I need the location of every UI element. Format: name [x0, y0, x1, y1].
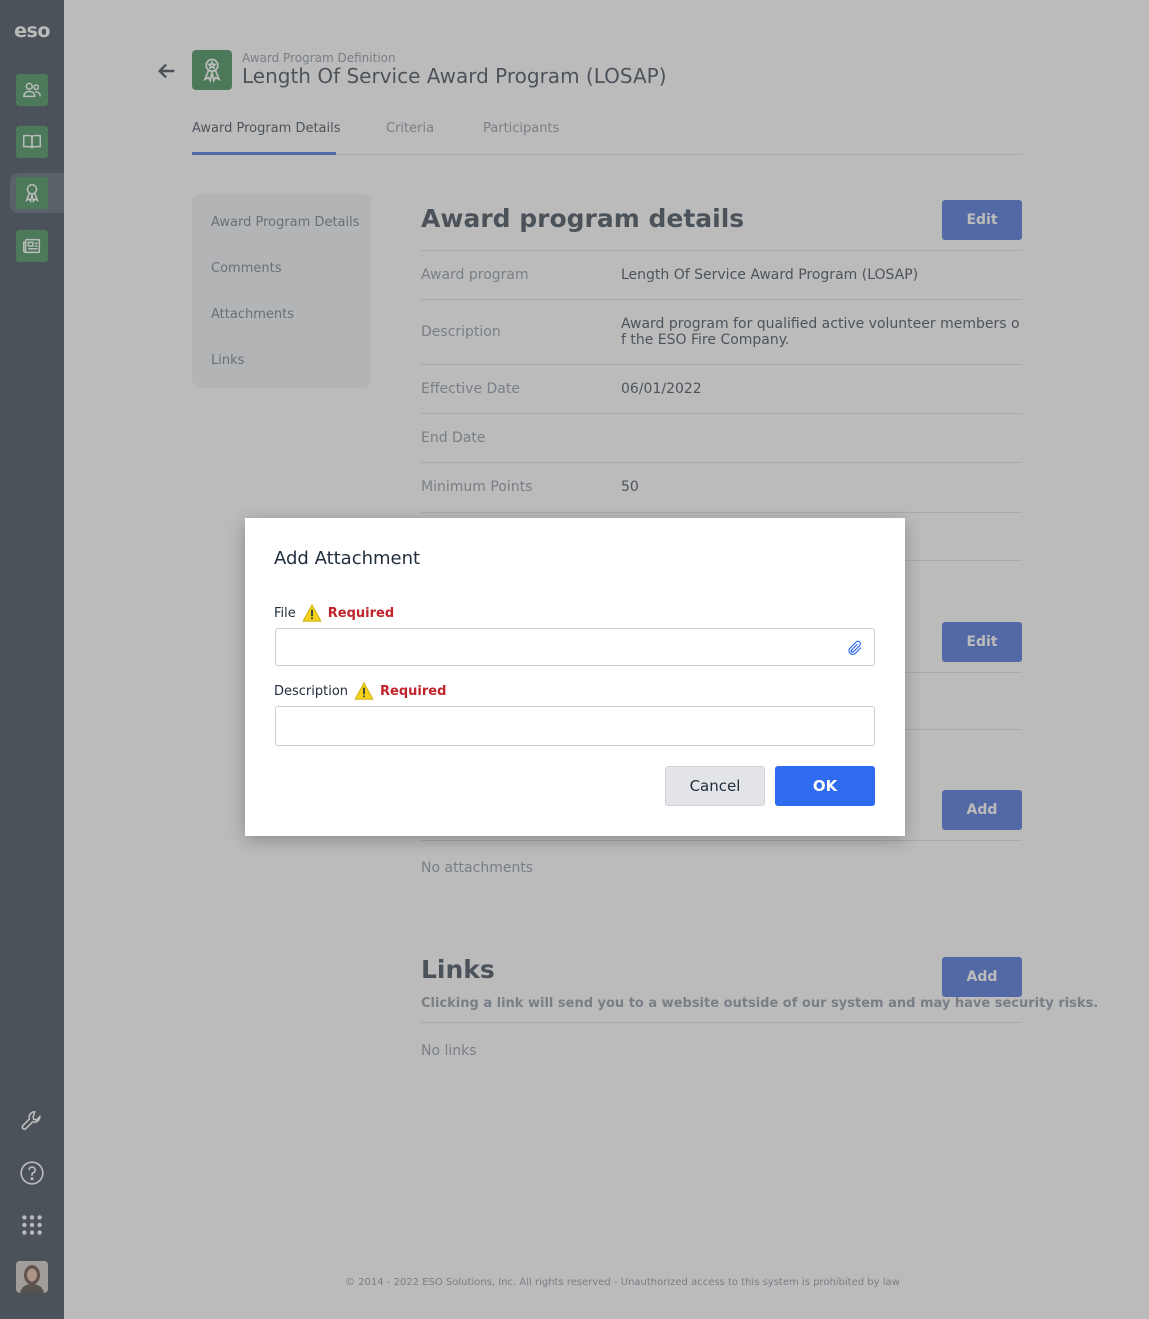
file-required-text: Required — [327, 605, 395, 621]
add-attachment-dialog: Add Attachment File Required Description… — [245, 518, 905, 836]
file-field-label: File Required — [274, 604, 394, 622]
paperclip-icon[interactable] — [846, 639, 864, 657]
file-label-text: File — [274, 605, 296, 621]
description-input[interactable] — [275, 706, 875, 746]
description-required-text: Required — [380, 683, 447, 699]
dialog-title: Add Attachment — [274, 548, 421, 569]
ok-button[interactable]: OK — [775, 766, 875, 806]
description-field-label: Description Required — [274, 682, 446, 700]
warning-icon — [302, 604, 322, 622]
description-label-text: Description — [274, 683, 349, 699]
cancel-button[interactable]: Cancel — [665, 766, 765, 806]
file-input[interactable] — [275, 628, 875, 666]
warning-icon — [354, 682, 374, 700]
